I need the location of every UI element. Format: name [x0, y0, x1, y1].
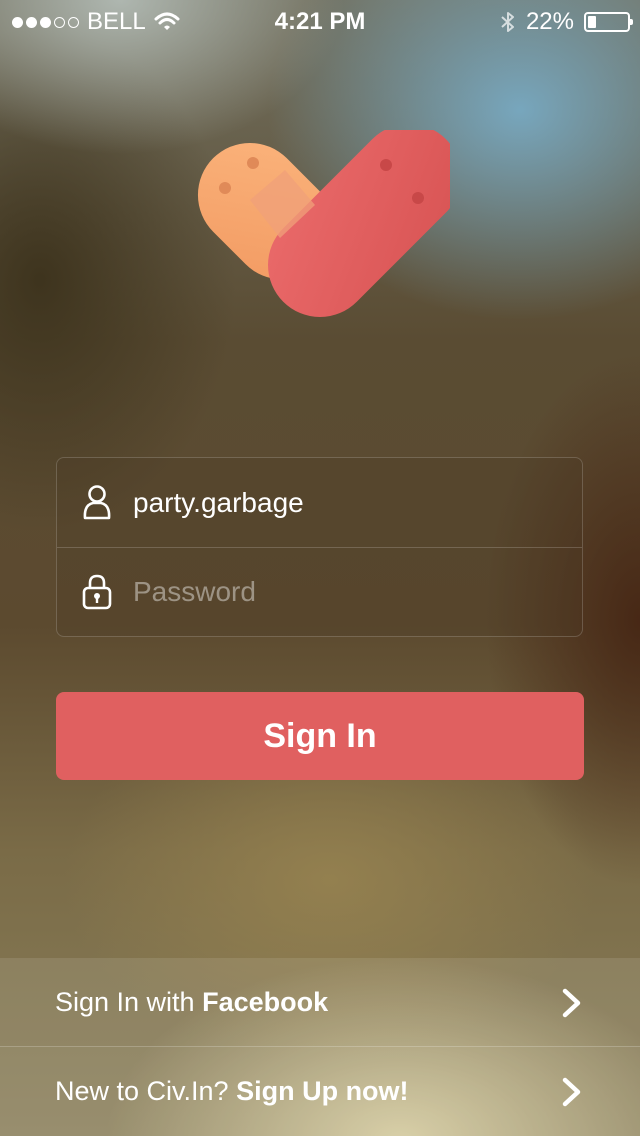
password-field[interactable]: [133, 575, 562, 608]
sign-in-button[interactable]: Sign In: [56, 692, 584, 780]
signup-prefix: New to Civ.In?: [55, 1076, 229, 1106]
chevron-right-icon: [562, 1077, 581, 1107]
app-logo: [197, 130, 450, 317]
chevron-right-icon: [562, 988, 581, 1018]
lock-icon: [79, 572, 115, 612]
user-icon: [79, 483, 115, 523]
bluetooth-icon: [501, 12, 514, 32]
battery-icon: [584, 12, 633, 32]
sign-in-with-facebook-row[interactable]: Sign In with Facebook: [0, 958, 640, 1047]
username-field[interactable]: [133, 486, 562, 519]
status-bar: BELL 4:21 PM 22%: [0, 0, 640, 40]
status-right: 22%: [500, 8, 633, 36]
password-row: [57, 547, 582, 636]
facebook-prefix: Sign In with: [55, 986, 195, 1017]
battery-percent: 22%: [525, 8, 574, 35]
signup-label: Sign Up now!: [236, 1076, 409, 1106]
sign-up-row[interactable]: New to Civ.In? Sign Up now!: [0, 1047, 640, 1136]
login-form: [56, 457, 583, 637]
facebook-label: Facebook: [202, 986, 329, 1017]
username-row: [57, 458, 582, 548]
battery-fill: [588, 16, 596, 28]
